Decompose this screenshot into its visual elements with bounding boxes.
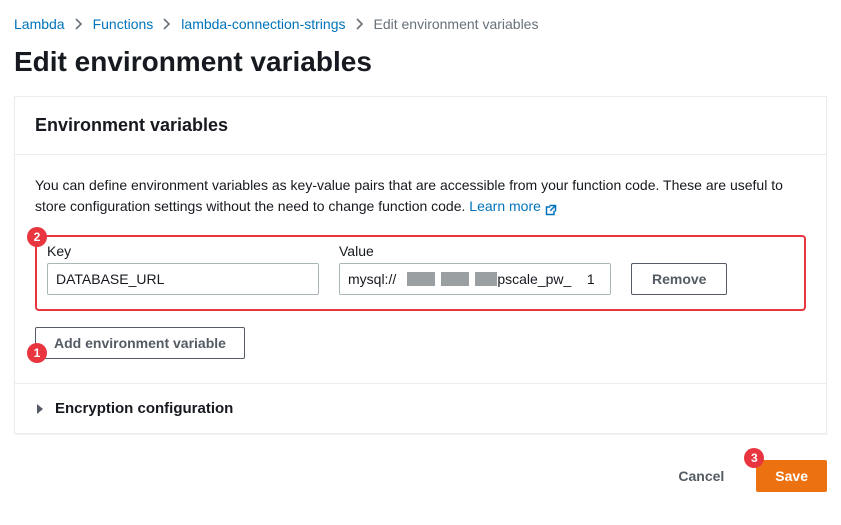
footer-actions: Cancel 3 Save [14, 434, 827, 492]
helptext-text: You can define environment variables as … [35, 177, 783, 214]
page-title: Edit environment variables [14, 46, 827, 96]
breadcrumb-functions[interactable]: Functions [93, 16, 154, 32]
callout-badge-1: 1 [27, 343, 47, 363]
panel-header: Environment variables [15, 97, 826, 155]
add-row: 1 Add environment variable [35, 327, 806, 359]
redaction-block [407, 272, 435, 286]
helptext: You can define environment variables as … [35, 175, 806, 217]
encryption-config-label: Encryption configuration [55, 400, 233, 417]
value-column: Value [339, 243, 611, 295]
env-vars-panel: Environment variables You can define env… [14, 96, 827, 434]
env-var-row: Key Value Remove [47, 243, 794, 295]
breadcrumb-current: Edit environment variables [374, 16, 539, 32]
breadcrumb-lambda[interactable]: Lambda [14, 16, 65, 32]
encryption-config-toggle[interactable]: Encryption configuration [15, 384, 826, 433]
redaction-block [441, 272, 469, 286]
breadcrumb-function-name[interactable]: lambda-connection-strings [181, 16, 345, 32]
key-input[interactable] [47, 263, 319, 295]
external-link-icon [545, 201, 557, 213]
key-label: Key [47, 243, 319, 259]
env-var-row-highlight: 2 Key Value Remove [35, 235, 806, 311]
remove-column: Remove [631, 263, 727, 295]
save-button[interactable]: Save [756, 460, 827, 492]
key-column: Key [47, 243, 319, 295]
redaction-block [475, 272, 497, 286]
chevron-right-icon [356, 18, 364, 30]
value-input-wrap [339, 263, 611, 295]
value-label: Value [339, 243, 611, 259]
learn-more-label: Learn more [469, 196, 541, 217]
panel-body: You can define environment variables as … [15, 155, 826, 384]
add-env-var-button[interactable]: Add environment variable [35, 327, 245, 359]
chevron-right-icon [75, 18, 83, 30]
caret-right-icon [35, 404, 45, 414]
breadcrumb: Lambda Functions lambda-connection-strin… [14, 12, 827, 46]
chevron-right-icon [163, 18, 171, 30]
save-button-wrap: 3 Save [756, 460, 827, 492]
callout-badge-2: 2 [27, 227, 47, 247]
learn-more-link[interactable]: Learn more [469, 196, 557, 217]
cancel-button[interactable]: Cancel [660, 460, 742, 492]
remove-button[interactable]: Remove [631, 263, 727, 295]
